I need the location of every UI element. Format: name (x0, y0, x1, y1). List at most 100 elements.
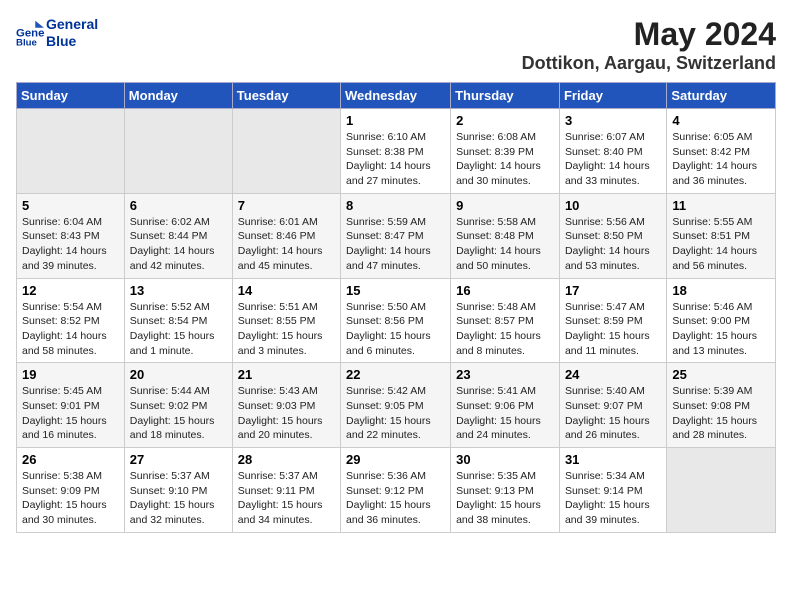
calendar-week-4: 19 Sunrise: 5:45 AM Sunset: 9:01 PM Dayli… (17, 363, 776, 448)
calendar-cell: 18 Sunrise: 5:46 AM Sunset: 9:00 PM Dayli… (667, 278, 776, 363)
day-info: Sunrise: 6:08 AM Sunset: 8:39 PM Dayligh… (456, 130, 554, 189)
day-number: 14 (238, 283, 335, 298)
calendar-cell: 3 Sunrise: 6:07 AM Sunset: 8:40 PM Daylig… (559, 109, 666, 194)
calendar-cell: 8 Sunrise: 5:59 AM Sunset: 8:47 PM Daylig… (341, 193, 451, 278)
day-number: 3 (565, 113, 661, 128)
day-number: 19 (22, 367, 119, 382)
day-number: 24 (565, 367, 661, 382)
day-number: 31 (565, 452, 661, 467)
weekday-header-wednesday: Wednesday (341, 83, 451, 109)
day-number: 4 (672, 113, 770, 128)
day-info: Sunrise: 6:10 AM Sunset: 8:38 PM Dayligh… (346, 130, 445, 189)
day-number: 30 (456, 452, 554, 467)
day-number: 21 (238, 367, 335, 382)
calendar-week-1: 1 Sunrise: 6:10 AM Sunset: 8:38 PM Daylig… (17, 109, 776, 194)
calendar-cell: 14 Sunrise: 5:51 AM Sunset: 8:55 PM Dayli… (232, 278, 340, 363)
day-info: Sunrise: 5:36 AM Sunset: 9:12 PM Dayligh… (346, 469, 445, 528)
day-number: 17 (565, 283, 661, 298)
calendar-cell (232, 109, 340, 194)
calendar-table: SundayMondayTuesdayWednesdayThursdayFrid… (16, 82, 776, 533)
day-info: Sunrise: 5:54 AM Sunset: 8:52 PM Dayligh… (22, 300, 119, 359)
day-number: 13 (130, 283, 227, 298)
calendar-cell: 7 Sunrise: 6:01 AM Sunset: 8:46 PM Daylig… (232, 193, 340, 278)
calendar-cell: 9 Sunrise: 5:58 AM Sunset: 8:48 PM Daylig… (451, 193, 560, 278)
day-number: 1 (346, 113, 445, 128)
day-info: Sunrise: 5:56 AM Sunset: 8:50 PM Dayligh… (565, 215, 661, 274)
day-info: Sunrise: 5:34 AM Sunset: 9:14 PM Dayligh… (565, 469, 661, 528)
day-info: Sunrise: 5:59 AM Sunset: 8:47 PM Dayligh… (346, 215, 445, 274)
day-number: 16 (456, 283, 554, 298)
calendar-cell: 30 Sunrise: 5:35 AM Sunset: 9:13 PM Dayli… (451, 448, 560, 533)
day-number: 25 (672, 367, 770, 382)
weekday-header-tuesday: Tuesday (232, 83, 340, 109)
calendar-cell: 13Sunrise: 5:52 AM Sunset: 8:54 PM Dayli… (124, 278, 232, 363)
calendar-cell: 2 Sunrise: 6:08 AM Sunset: 8:39 PM Daylig… (451, 109, 560, 194)
day-info: Sunrise: 6:05 AM Sunset: 8:42 PM Dayligh… (672, 130, 770, 189)
calendar-cell (17, 109, 125, 194)
day-info: Sunrise: 6:07 AM Sunset: 8:40 PM Dayligh… (565, 130, 661, 189)
calendar-cell: 6 Sunrise: 6:02 AM Sunset: 8:44 PM Daylig… (124, 193, 232, 278)
day-info: Sunrise: 6:02 AM Sunset: 8:44 PM Dayligh… (130, 215, 227, 274)
day-info: Sunrise: 5:38 AM Sunset: 9:09 PM Dayligh… (22, 469, 119, 528)
day-info: Sunrise: 5:51 AM Sunset: 8:55 PM Dayligh… (238, 300, 335, 359)
day-number: 26 (22, 452, 119, 467)
day-info: Sunrise: 5:37 AM Sunset: 9:11 PM Dayligh… (238, 469, 335, 528)
calendar-cell: 28Sunrise: 5:37 AM Sunset: 9:11 PM Dayli… (232, 448, 340, 533)
calendar-cell: 15 Sunrise: 5:50 AM Sunset: 8:56 PM Dayli… (341, 278, 451, 363)
calendar-cell: 25 Sunrise: 5:39 AM Sunset: 9:08 PM Dayli… (667, 363, 776, 448)
calendar-subtitle: Dottikon, Aargau, Switzerland (522, 53, 776, 74)
day-number: 7 (238, 198, 335, 213)
calendar-cell: 4 Sunrise: 6:05 AM Sunset: 8:42 PM Daylig… (667, 109, 776, 194)
calendar-week-2: 5 Sunrise: 6:04 AM Sunset: 8:43 PM Daylig… (17, 193, 776, 278)
calendar-cell: 11Sunrise: 5:55 AM Sunset: 8:51 PM Dayli… (667, 193, 776, 278)
calendar-week-3: 12Sunrise: 5:54 AM Sunset: 8:52 PM Dayli… (17, 278, 776, 363)
calendar-cell: 12Sunrise: 5:54 AM Sunset: 8:52 PM Dayli… (17, 278, 125, 363)
calendar-cell: 16 Sunrise: 5:48 AM Sunset: 8:57 PM Dayli… (451, 278, 560, 363)
calendar-cell: 17 Sunrise: 5:47 AM Sunset: 8:59 PM Dayli… (559, 278, 666, 363)
day-number: 18 (672, 283, 770, 298)
day-number: 23 (456, 367, 554, 382)
calendar-cell (667, 448, 776, 533)
calendar-cell: 10Sunrise: 5:56 AM Sunset: 8:50 PM Dayli… (559, 193, 666, 278)
calendar-cell: 1 Sunrise: 6:10 AM Sunset: 8:38 PM Daylig… (341, 109, 451, 194)
weekday-header-sunday: Sunday (17, 83, 125, 109)
day-info: Sunrise: 5:50 AM Sunset: 8:56 PM Dayligh… (346, 300, 445, 359)
day-number: 15 (346, 283, 445, 298)
calendar-cell: 20Sunrise: 5:44 AM Sunset: 9:02 PM Dayli… (124, 363, 232, 448)
day-number: 6 (130, 198, 227, 213)
day-number: 8 (346, 198, 445, 213)
day-info: Sunrise: 5:43 AM Sunset: 9:03 PM Dayligh… (238, 384, 335, 443)
day-info: Sunrise: 5:58 AM Sunset: 8:48 PM Dayligh… (456, 215, 554, 274)
day-info: Sunrise: 5:39 AM Sunset: 9:08 PM Dayligh… (672, 384, 770, 443)
calendar-cell (124, 109, 232, 194)
day-number: 27 (130, 452, 227, 467)
calendar-header: SundayMondayTuesdayWednesdayThursdayFrid… (17, 83, 776, 109)
day-info: Sunrise: 5:46 AM Sunset: 9:00 PM Dayligh… (672, 300, 770, 359)
calendar-cell: 19 Sunrise: 5:45 AM Sunset: 9:01 PM Dayli… (17, 363, 125, 448)
day-info: Sunrise: 6:01 AM Sunset: 8:46 PM Dayligh… (238, 215, 335, 274)
page-header: General Blue General Blue May 2024 Dotti… (16, 16, 776, 74)
svg-text:Blue: Blue (16, 37, 37, 47)
day-info: Sunrise: 5:47 AM Sunset: 8:59 PM Dayligh… (565, 300, 661, 359)
weekday-header-monday: Monday (124, 83, 232, 109)
day-number: 20 (130, 367, 227, 382)
calendar-cell: 21 Sunrise: 5:43 AM Sunset: 9:03 PM Dayli… (232, 363, 340, 448)
calendar-week-5: 26 Sunrise: 5:38 AM Sunset: 9:09 PM Dayli… (17, 448, 776, 533)
day-number: 2 (456, 113, 554, 128)
day-info: Sunrise: 5:35 AM Sunset: 9:13 PM Dayligh… (456, 469, 554, 528)
calendar-cell: 26 Sunrise: 5:38 AM Sunset: 9:09 PM Dayli… (17, 448, 125, 533)
day-number: 22 (346, 367, 445, 382)
day-info: Sunrise: 5:48 AM Sunset: 8:57 PM Dayligh… (456, 300, 554, 359)
day-info: Sunrise: 5:55 AM Sunset: 8:51 PM Dayligh… (672, 215, 770, 274)
calendar-title: May 2024 (522, 16, 776, 53)
calendar-cell: 22Sunrise: 5:42 AM Sunset: 9:05 PM Dayli… (341, 363, 451, 448)
day-info: Sunrise: 5:40 AM Sunset: 9:07 PM Dayligh… (565, 384, 661, 443)
logo: General Blue General Blue (16, 16, 98, 50)
day-number: 5 (22, 198, 119, 213)
weekday-header-saturday: Saturday (667, 83, 776, 109)
day-info: Sunrise: 6:04 AM Sunset: 8:43 PM Dayligh… (22, 215, 119, 274)
day-number: 9 (456, 198, 554, 213)
day-info: Sunrise: 5:45 AM Sunset: 9:01 PM Dayligh… (22, 384, 119, 443)
calendar-cell: 29Sunrise: 5:36 AM Sunset: 9:12 PM Dayli… (341, 448, 451, 533)
weekday-header-thursday: Thursday (451, 83, 560, 109)
